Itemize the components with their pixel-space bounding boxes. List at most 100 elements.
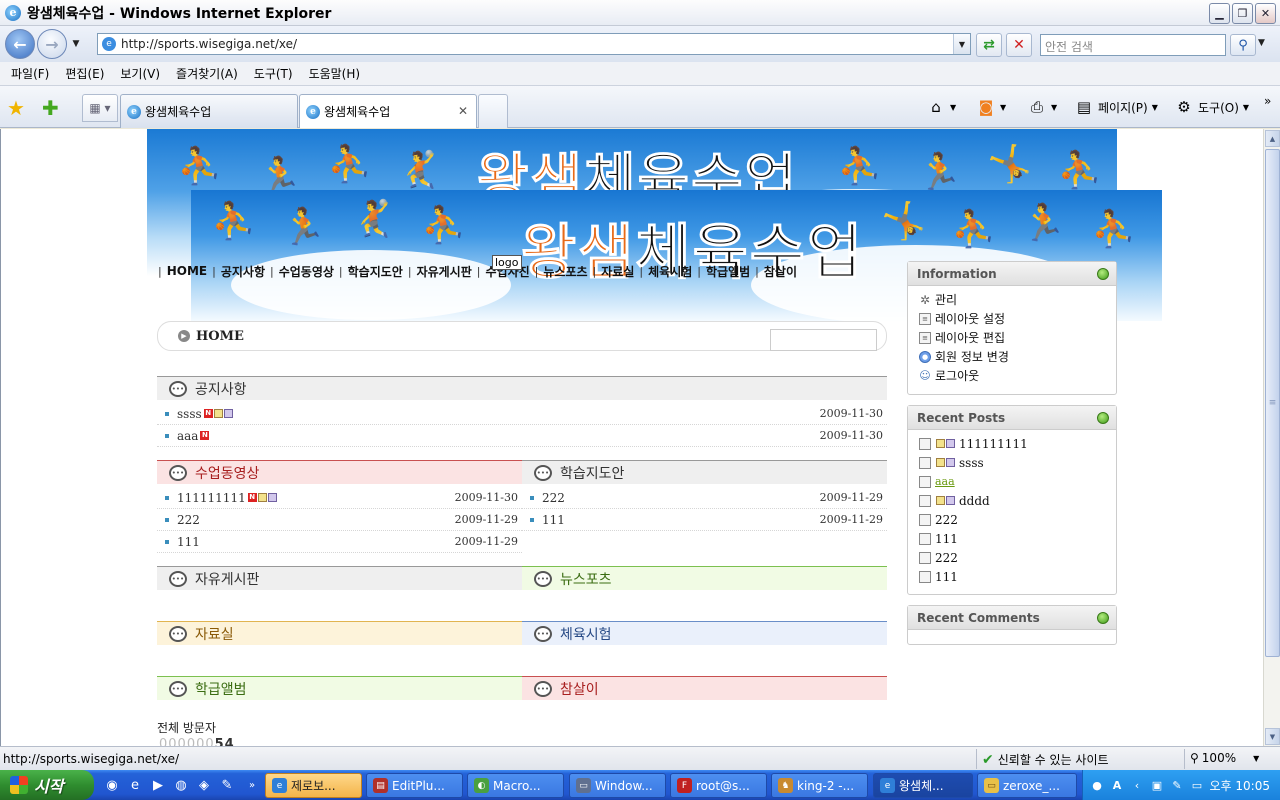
taskbar-button[interactable]: ▭ zeroxe_... [977, 773, 1077, 798]
location-text[interactable]: HOME [196, 329, 244, 344]
quick-tabs-button[interactable]: ▦ ▾ [82, 94, 118, 122]
list-item[interactable]: 111111111 N 2009-11-30 [157, 487, 522, 509]
list-item[interactable]: 222 2009-11-29 [522, 487, 887, 509]
list-item[interactable]: 111 2009-11-29 [157, 531, 522, 553]
info-layout-edit[interactable]: ≡ 레이아웃 편집 [908, 328, 1116, 347]
menu-tools[interactable]: 도구(T) [246, 65, 301, 82]
section-title[interactable]: 자유게시판 [195, 569, 259, 589]
search-dropdown-icon[interactable]: ▼ [1258, 38, 1265, 48]
recent-post-item[interactable]: 111111111 [908, 434, 1116, 453]
nav-album[interactable]: 학급앨범 [706, 263, 750, 280]
nav-plan[interactable]: 학습지도안 [348, 263, 403, 280]
stop-button[interactable]: ✕ [1006, 33, 1032, 57]
taskbar-button[interactable]: Froot@s... [670, 773, 767, 798]
search-icon[interactable]: ⚲ [1230, 34, 1256, 56]
info-layout-settings[interactable]: ≡ 레이아웃 설정 [908, 309, 1116, 328]
monitor-icon[interactable]: ▭ [1189, 777, 1205, 793]
recent-post-item[interactable]: ssss [908, 453, 1116, 472]
widget-toggle-icon[interactable] [1097, 412, 1109, 424]
address-dropdown-icon[interactable]: ▼ [953, 34, 970, 54]
section-title[interactable]: 참살이 [560, 679, 599, 699]
quicklaunch-ie-icon[interactable]: e [127, 777, 143, 793]
taskbar-button-active[interactable]: e 왕샘체... [873, 773, 973, 798]
section-title[interactable]: 공지사항 [195, 379, 247, 399]
pen-tray-icon[interactable]: ✎ [1169, 777, 1185, 793]
taskbar-button[interactable]: ▤ EditPlu... [366, 773, 463, 798]
section-title[interactable]: 학습지도안 [560, 463, 624, 483]
chevron-right-icon[interactable]: » [1264, 88, 1271, 114]
nav-video[interactable]: 수업동영상 [279, 263, 334, 280]
info-admin[interactable]: ✲ 관리 [908, 290, 1116, 309]
back-button[interactable]: ← [5, 29, 35, 59]
nav-exam[interactable]: 체육시험 [648, 263, 692, 280]
print-button[interactable]: ⎙ ▼ [1027, 94, 1057, 120]
list-item[interactable]: 111 2009-11-29 [522, 509, 887, 531]
recent-post-item[interactable]: aaa [908, 472, 1116, 491]
search-input[interactable]: 안전 검색 [1040, 34, 1226, 56]
list-item[interactable]: 222 2009-11-29 [157, 509, 522, 531]
nav-home[interactable]: HOME [167, 264, 207, 278]
ime-icon[interactable]: A [1109, 777, 1125, 793]
quicklaunch-tool-icon[interactable]: ◈ [196, 777, 212, 793]
tray-chevron-icon[interactable]: ‹ [1129, 777, 1145, 793]
quicklaunch-pen-icon[interactable]: ✎ [219, 777, 235, 793]
zoom-control[interactable]: ⚲ 100% ▼ [1190, 751, 1259, 765]
close-window-button[interactable]: ✕ [1255, 3, 1276, 24]
recent-post-item[interactable]: 222 [908, 510, 1116, 529]
widget-toggle-icon[interactable] [1097, 268, 1109, 280]
nav-wellbeing[interactable]: 참살이 [764, 263, 797, 280]
site-search-input[interactable] [770, 329, 877, 351]
recent-post-item[interactable]: dddd [908, 491, 1116, 510]
scroll-down-icon[interactable]: ▼ [1265, 728, 1280, 745]
tab-close-icon[interactable]: ✕ [458, 104, 468, 118]
network-icon[interactable]: ▣ [1149, 777, 1165, 793]
taskbar-clock[interactable]: 오후 10:05 [1210, 777, 1270, 794]
nav-free[interactable]: 자유게시판 [417, 263, 472, 280]
menu-edit[interactable]: 편집(E) [57, 65, 112, 82]
refresh-button[interactable]: ⇄ [976, 33, 1002, 57]
minimize-button[interactable]: ▁ [1209, 3, 1230, 24]
section-title[interactable]: 학급앨범 [195, 679, 247, 699]
address-url[interactable]: http://sports.wisegiga.net/xe/ [121, 37, 297, 51]
tools-menu-button[interactable]: ⚙ 도구(O) ▼ [1174, 94, 1249, 120]
add-favorite-icon[interactable]: ✚ [42, 96, 59, 120]
vertical-scrollbar[interactable]: ▲ ≡ ▼ [1263, 129, 1280, 746]
menu-help[interactable]: 도움말(H) [301, 65, 369, 82]
quicklaunch-more-icon[interactable]: » [244, 777, 260, 793]
info-member-edit[interactable]: ● 회원 정보 변경 [908, 347, 1116, 366]
chevron-down-icon[interactable]: ▼ [1253, 754, 1259, 763]
quicklaunch-app-icon[interactable]: ◉ [104, 777, 120, 793]
menu-favorites[interactable]: 즐겨찾기(A) [168, 65, 246, 82]
nav-library[interactable]: 자료실 [601, 263, 634, 280]
new-tab-button[interactable] [478, 94, 508, 128]
feeds-button[interactable]: ◙ ▼ [976, 94, 1006, 120]
list-item[interactable]: aaa N 2009-11-30 [157, 425, 887, 447]
nav-notice[interactable]: 공지사항 [221, 263, 265, 280]
favorites-star-icon[interactable]: ★ [7, 96, 25, 120]
section-title[interactable]: 뉴스포츠 [560, 569, 612, 589]
nav-newsports[interactable]: 뉴스포츠 [543, 263, 587, 280]
info-logout[interactable]: ☺ 로그아웃 [908, 366, 1116, 385]
taskbar-button[interactable]: ◐ Macro... [467, 773, 564, 798]
widget-toggle-icon[interactable] [1097, 612, 1109, 624]
security-zone[interactable]: ✔ 신뢰할 수 있는 사이트 [982, 751, 1109, 768]
section-title[interactable]: 수업동영상 [195, 463, 259, 483]
address-bar[interactable]: e http://sports.wisegiga.net/xe/ ▼ [97, 33, 971, 55]
tab-1[interactable]: e 왕샘체육수업 [120, 94, 298, 128]
taskbar-button[interactable]: ♞ king-2 -... [771, 773, 868, 798]
section-title[interactable]: 자료실 [195, 624, 234, 644]
recent-post-item[interactable]: 111 [908, 567, 1116, 586]
recent-post-item[interactable]: 111 [908, 529, 1116, 548]
history-dropdown-icon[interactable]: ▼ [69, 39, 83, 49]
restore-button[interactable]: ❐ [1232, 3, 1253, 24]
recent-post-item[interactable]: 222 [908, 548, 1116, 567]
quicklaunch-media-icon[interactable]: ▶ [150, 777, 166, 793]
menu-file[interactable]: 파일(F) [3, 65, 57, 82]
list-item[interactable]: ssss N 2009-11-30 [157, 403, 887, 425]
scroll-thumb[interactable]: ≡ [1265, 149, 1280, 657]
home-button[interactable]: ⌂ ▼ [926, 94, 956, 120]
forward-button[interactable]: → [37, 29, 67, 59]
section-title[interactable]: 체육시험 [560, 624, 612, 644]
taskbar-button[interactable]: e 제로보... [265, 773, 362, 798]
tab-2-active[interactable]: e 왕샘체육수업 ✕ [299, 94, 477, 128]
